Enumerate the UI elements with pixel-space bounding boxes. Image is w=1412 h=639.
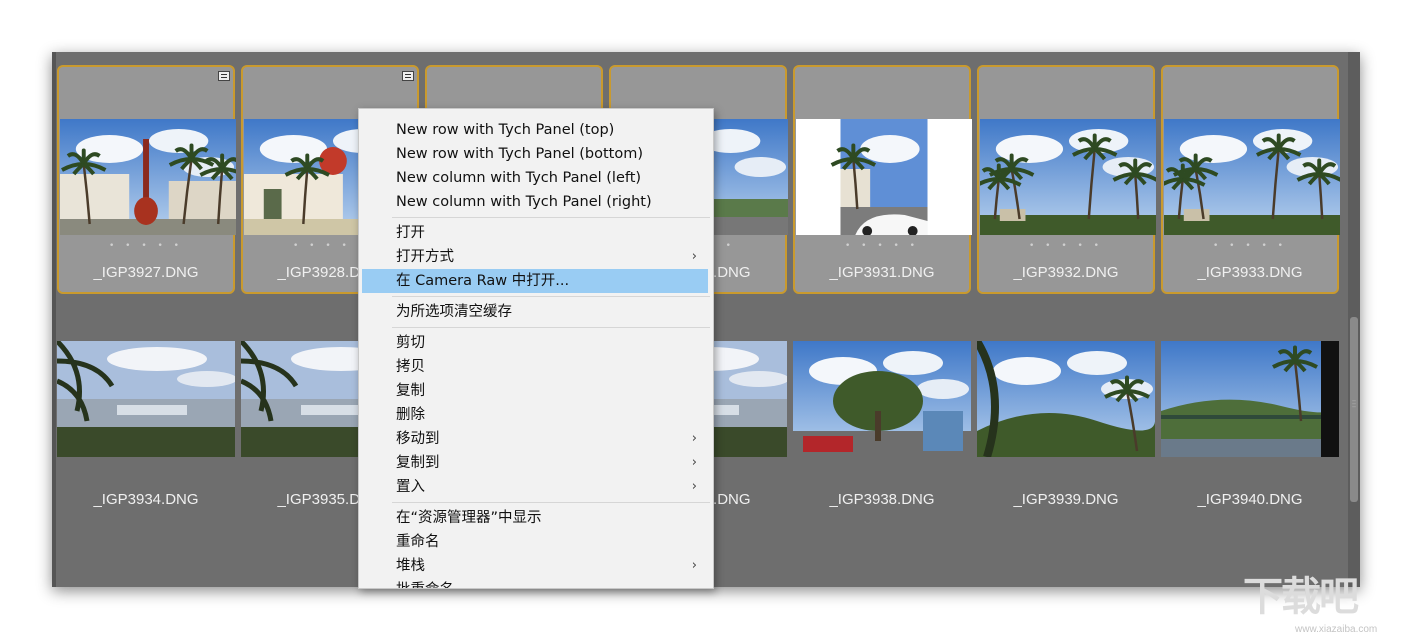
menu-item-label: 在 Camera Raw 中打开... [396, 273, 570, 289]
menu-place[interactable]: 置入 › [359, 475, 711, 499]
menu-reveal-in-explorer[interactable]: 在“资源管理器”中显示 [359, 506, 711, 530]
rating-dots[interactable]: • • • • • [59, 241, 233, 251]
menu-separator [392, 502, 710, 503]
thumbnail-image[interactable] [980, 119, 1156, 235]
thumbnail-cell[interactable]: _IGP3940.DNG [1161, 297, 1339, 526]
scrollbar-grip-icon: – – – [1351, 396, 1357, 412]
photo-thumbnail-image [796, 119, 972, 235]
menu-item-label: New row with Tych Panel (top) [396, 122, 615, 138]
photo-thumbnail-image [57, 341, 235, 457]
menu-item-label: 批重命名 [396, 582, 454, 588]
watermark-logo: 下载吧 [1243, 574, 1359, 620]
menu-new-row-top[interactable]: New row with Tych Panel (top) [359, 118, 711, 142]
menu-new-column-left[interactable]: New column with Tych Panel (left) [359, 166, 711, 190]
vertical-scrollbar[interactable]: – – – [1348, 52, 1360, 587]
photo-thumbnail-image [1161, 341, 1339, 457]
watermark-url: www.xiazaiba.com [1295, 624, 1378, 635]
photo-thumbnail-image [793, 341, 971, 457]
thumbnail-filename: _IGP3939.DNG [1013, 491, 1119, 508]
menu-batch-rename[interactable]: 批重命名 [359, 578, 711, 588]
thumbnail-filename: _IGP3938.DNG [829, 491, 935, 508]
thumbnail-image[interactable] [796, 119, 972, 235]
thumbnail-cell[interactable]: • • • • • _IGP3927.DNG [57, 65, 236, 294]
menu-separator [392, 327, 710, 328]
menu-open-in-camera-raw[interactable]: 在 Camera Raw 中打开... [362, 269, 708, 293]
thumbnail-image[interactable] [977, 341, 1155, 457]
menu-item-label: 打开方式 [396, 249, 454, 265]
badge-icon[interactable] [218, 71, 230, 81]
menu-item-label: 移动到 [396, 431, 440, 447]
menu-copy-to[interactable]: 复制到 › [359, 451, 711, 475]
rating-dots[interactable]: • • • • • [1163, 241, 1337, 251]
thumbnail-cell[interactable]: • • • • • _IGP3932.DNG [977, 65, 1156, 294]
submenu-arrow-icon: › [691, 455, 697, 470]
thumbnail-filename: _IGP3940.DNG [1197, 491, 1303, 508]
thumbnail-image[interactable] [1164, 119, 1340, 235]
thumbnail-cell[interactable]: _IGP3934.DNG [57, 297, 235, 526]
menu-item-label: 置入 [396, 479, 425, 495]
thumbnail-image[interactable] [1161, 341, 1339, 457]
rating-dots[interactable]: • • • • • [979, 241, 1153, 251]
photo-thumbnail-image [980, 119, 1156, 235]
menu-item-label: 拷贝 [396, 359, 425, 375]
thumbnail-cell[interactable]: _IGP3938.DNG [793, 297, 971, 526]
menu-separator [392, 217, 710, 218]
submenu-arrow-icon: › [691, 249, 697, 264]
rating-dots[interactable]: • • • • • [795, 241, 969, 251]
thumbnail-image[interactable] [60, 119, 236, 235]
thumbnail-filename: _IGP3927.DNG [93, 264, 199, 281]
photo-thumbnail-image [977, 341, 1155, 457]
menu-move-to[interactable]: 移动到 › [359, 427, 711, 451]
menu-purge-cache[interactable]: 为所选项清空缓存 [359, 300, 711, 324]
submenu-arrow-icon: › [691, 558, 697, 573]
site-watermark: 下载吧 www.xiazaiba.com [1243, 572, 1408, 636]
menu-duplicate[interactable]: 复制 [359, 379, 711, 403]
badge-icon[interactable] [402, 71, 414, 81]
thumbnail-cell[interactable]: • • • • • _IGP3933.DNG [1161, 65, 1340, 294]
menu-item-label: 复制 [396, 383, 425, 399]
menu-new-row-bottom[interactable]: New row with Tych Panel (bottom) [359, 142, 711, 166]
thumbnail-filename: _IGP3934.DNG [93, 491, 199, 508]
menu-item-label: 为所选项清空缓存 [396, 304, 512, 320]
menu-copy[interactable]: 拷贝 [359, 355, 711, 379]
menu-cut[interactable]: 剪切 [359, 331, 711, 355]
photo-thumbnail-image [60, 119, 236, 235]
menu-open[interactable]: 打开 [359, 221, 711, 245]
thumbnail-cell[interactable]: • • • • • _IGP3931.DNG [793, 65, 972, 294]
menu-item-label: 在“资源管理器”中显示 [396, 510, 542, 526]
menu-item-label: 剪切 [396, 335, 425, 351]
menu-separator [392, 296, 710, 297]
menu-item-label: 删除 [396, 407, 425, 423]
menu-item-label: 重命名 [396, 534, 440, 550]
menu-new-column-right[interactable]: New column with Tych Panel (right) [359, 190, 711, 214]
context-menu: New row with Tych Panel (top) New row wit… [358, 108, 714, 589]
thumbnail-cell[interactable]: _IGP3939.DNG [977, 297, 1155, 526]
menu-delete[interactable]: 删除 [359, 403, 711, 427]
thumbnail-image[interactable] [57, 341, 235, 457]
panel-left-edge [52, 52, 56, 587]
menu-item-label: 堆栈 [396, 558, 425, 574]
menu-open-with[interactable]: 打开方式 › [359, 245, 711, 269]
photo-thumbnail-image [1164, 119, 1340, 235]
menu-item-label: 复制到 [396, 455, 440, 471]
menu-item-label: New column with Tych Panel (left) [396, 170, 642, 186]
menu-stack[interactable]: 堆栈 › [359, 554, 711, 578]
thumbnail-image[interactable] [793, 341, 971, 457]
menu-item-label: 打开 [396, 225, 425, 241]
thumbnail-filename: _IGP3933.DNG [1197, 264, 1303, 281]
thumbnail-filename: _IGP3932.DNG [1013, 264, 1119, 281]
menu-item-label: New row with Tych Panel (bottom) [396, 146, 644, 162]
menu-rename[interactable]: 重命名 [359, 530, 711, 554]
submenu-arrow-icon: › [691, 431, 697, 446]
thumbnail-filename: _IGP3931.DNG [829, 264, 935, 281]
submenu-arrow-icon: › [691, 479, 697, 494]
menu-item-label: New column with Tych Panel (right) [396, 194, 652, 210]
